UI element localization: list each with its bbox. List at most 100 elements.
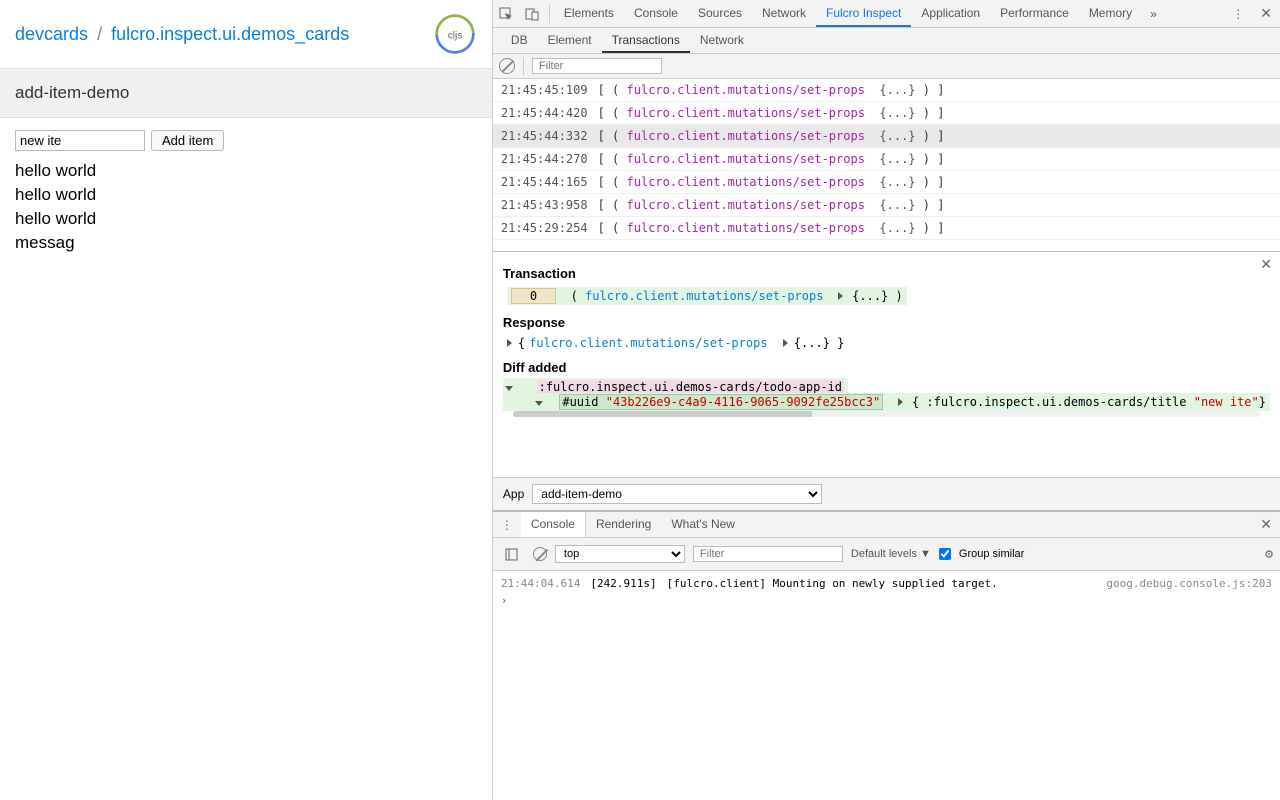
tx-timestamp: 21:45:44:270 <box>501 152 588 166</box>
tab-memory[interactable]: Memory <box>1079 0 1142 27</box>
tx-timestamp: 21:45:29:254 <box>501 221 588 235</box>
drawer-tabs: ⋮ Console Rendering What's New ✕ <box>493 512 1280 538</box>
table-row[interactable]: 21:45:44:270 [ ( fulcro.client.mutations… <box>493 148 1280 171</box>
close-devtools-icon[interactable]: ✕ <box>1252 5 1280 22</box>
table-row[interactable]: 21:45:44:420 [ ( fulcro.client.mutations… <box>493 102 1280 125</box>
svg-text:cljs: cljs <box>448 31 463 42</box>
horizontal-scrollbar[interactable] <box>513 411 1260 417</box>
table-row[interactable]: 21:45:29:254 [ ( fulcro.client.mutations… <box>493 217 1280 240</box>
divider <box>523 57 524 75</box>
table-row[interactable]: 21:45:44:332 [ ( fulcro.client.mutations… <box>493 125 1280 148</box>
tx-timestamp: 21:45:44:165 <box>501 175 588 189</box>
tx-expr: [ ( fulcro.client.mutations/set-props {.… <box>598 129 945 143</box>
log-elapsed: [242.911s] <box>590 577 656 590</box>
tx-timestamp: 21:45:44:420 <box>501 106 588 120</box>
clear-console-icon[interactable] <box>533 547 547 561</box>
transaction-line: 0 ( fulcro.client.mutations/set-props {.… <box>503 285 1270 307</box>
fulcro-tab-network[interactable]: Network <box>690 28 754 53</box>
group-similar-label: Group similar <box>959 548 1024 560</box>
list-item: hello world <box>15 159 477 183</box>
tx-timestamp: 21:45:43:958 <box>501 198 588 212</box>
tab-performance[interactable]: Performance <box>990 0 1079 27</box>
close-detail-icon[interactable]: ✕ <box>1260 256 1272 273</box>
list-item: hello world <box>15 207 477 231</box>
breadcrumb-separator: / <box>97 24 102 44</box>
new-item-input[interactable] <box>15 130 145 151</box>
tx-expr: [ ( fulcro.client.mutations/set-props {.… <box>598 221 945 235</box>
tx-expr: [ ( fulcro.client.mutations/set-props {.… <box>598 175 945 189</box>
tab-console[interactable]: Console <box>624 0 688 27</box>
divider <box>549 5 550 23</box>
table-row[interactable]: 21:45:45:109 [ ( fulcro.client.mutations… <box>493 79 1280 102</box>
collapse-icon[interactable] <box>505 386 513 391</box>
card-body: Add item hello world hello world hello w… <box>0 118 492 267</box>
devcards-pane: devcards / fulcro.inspect.ui.demos_cards… <box>0 0 493 800</box>
diff-key: :fulcro.inspect.ui.demos-cards/todo-app-… <box>537 380 844 394</box>
console-prompt[interactable]: › <box>501 592 1272 609</box>
breadcrumb-root-link[interactable]: devcards <box>15 24 88 44</box>
tx-expr: [ ( fulcro.client.mutations/set-props {.… <box>598 106 945 120</box>
close-drawer-icon[interactable]: ✕ <box>1252 516 1280 533</box>
fulcro-tab-element[interactable]: Element <box>538 28 602 53</box>
tx-expr: [ ( fulcro.client.mutations/set-props {.… <box>598 152 945 166</box>
tx-timestamp: 21:45:45:109 <box>501 83 588 97</box>
tx-expr: [ ( fulcro.client.mutations/set-props {.… <box>598 83 945 97</box>
fulcro-tab-db[interactable]: DB <box>501 28 538 53</box>
fulcro-tab-transactions[interactable]: Transactions <box>602 28 690 53</box>
add-item-button[interactable]: Add item <box>151 130 224 151</box>
tx-filter-input[interactable] <box>532 58 662 74</box>
input-row: Add item <box>15 130 477 151</box>
devtools-tabs: Elements Console Sources Network Fulcro … <box>493 0 1280 28</box>
tx-expr: [ ( fulcro.client.mutations/set-props {.… <box>598 198 945 212</box>
tab-elements[interactable]: Elements <box>554 0 624 27</box>
collapse-icon[interactable] <box>535 401 543 406</box>
context-select[interactable]: top <box>555 545 685 563</box>
more-tabs-icon[interactable]: » <box>1142 7 1165 21</box>
list-item: hello world <box>15 183 477 207</box>
breadcrumb-row: devcards / fulcro.inspect.ui.demos_cards… <box>0 0 492 69</box>
tab-network[interactable]: Network <box>752 0 816 27</box>
inspect-element-icon[interactable] <box>493 1 519 27</box>
fulcro-tabs: DB Element Transactions Network <box>493 28 1280 54</box>
diff-added-heading: Diff added <box>503 360 1270 375</box>
cljs-logo: cljs <box>433 12 477 56</box>
console-filter-input[interactable] <box>693 546 843 562</box>
drawer-tab-console[interactable]: Console <box>521 512 586 537</box>
tx-timestamp: 21:45:44:332 <box>501 129 588 143</box>
console-sidebar-icon[interactable] <box>499 541 525 567</box>
expand-icon[interactable] <box>898 398 903 406</box>
console-body: 21:44:04.614 [242.911s] [fulcro.client] … <box>493 571 1280 800</box>
card-title: add-item-demo <box>0 69 492 118</box>
drawer-menu-icon[interactable]: ⋮ <box>493 518 521 532</box>
tab-fulcro-inspect[interactable]: Fulcro Inspect <box>816 0 911 27</box>
clear-icon[interactable] <box>499 58 515 74</box>
list-item: messag <box>15 231 477 255</box>
group-similar-checkbox[interactable] <box>939 548 951 560</box>
drawer-tab-rendering[interactable]: Rendering <box>586 512 661 537</box>
app-selector-row: App add-item-demo <box>493 477 1280 510</box>
expand-icon[interactable] <box>507 339 512 347</box>
response-line: { fulcro.client.mutations/set-props {...… <box>503 334 1270 352</box>
tx-list: 21:45:45:109 [ ( fulcro.client.mutations… <box>493 79 1280 251</box>
console-toolbar: top Default levels ▼ Group similar ⚙ <box>493 538 1280 571</box>
log-levels-dropdown[interactable]: Default levels ▼ <box>851 548 931 560</box>
table-row[interactable]: 21:45:43:958 [ ( fulcro.client.mutations… <box>493 194 1280 217</box>
devtools-menu-icon[interactable]: ⋮ <box>1224 7 1252 21</box>
app-label: App <box>503 487 524 501</box>
tab-sources[interactable]: Sources <box>688 0 752 27</box>
console-settings-icon[interactable]: ⚙ <box>1264 548 1274 561</box>
log-source-link[interactable]: goog.debug.console.js:203 <box>1106 577 1272 590</box>
table-row[interactable]: 21:45:44:165 [ ( fulcro.client.mutations… <box>493 171 1280 194</box>
drawer-tab-whatsnew[interactable]: What's New <box>661 512 745 537</box>
breadcrumb-page-link[interactable]: fulcro.inspect.ui.demos_cards <box>111 24 349 44</box>
expand-icon[interactable] <box>838 292 843 300</box>
log-timestamp: 21:44:04.614 <box>501 577 580 590</box>
transaction-heading: Transaction <box>503 266 1270 281</box>
expand-icon[interactable] <box>783 339 788 347</box>
tab-application[interactable]: Application <box>911 0 990 27</box>
log-row: 21:44:04.614 [242.911s] [fulcro.client] … <box>501 575 1272 592</box>
console-drawer: ⋮ Console Rendering What's New ✕ top Def… <box>493 510 1280 800</box>
tx-filter-row <box>493 54 1280 79</box>
app-select[interactable]: add-item-demo <box>532 484 822 504</box>
device-toggle-icon[interactable] <box>519 1 545 27</box>
